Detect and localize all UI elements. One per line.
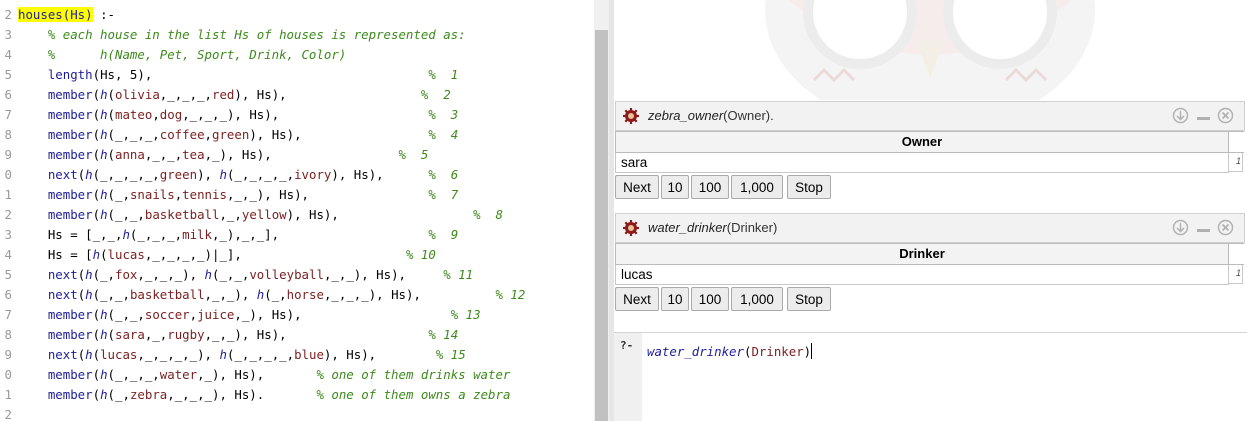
code-text: Hs = [h(lucas,_,_,_,_)|_], % 10 (18, 247, 436, 262)
code-text: next(h(_,fox,_,_,_), h(_,_,volleyball,_,… (47, 267, 474, 282)
query-title: water_drinker(Drinker) (648, 220, 778, 235)
line-number: 8 (4, 127, 12, 142)
line-number: 5 (4, 267, 12, 282)
line-number: 0 (4, 367, 12, 382)
code-text: % h(Name, Pet, Sport, Drink, Color) (47, 47, 347, 62)
next-button[interactable]: Next (615, 175, 659, 199)
next-button[interactable]: Next (615, 287, 659, 311)
line-number: 4 (4, 247, 12, 262)
answer-column-header: Owner (615, 131, 1229, 153)
answer-row-index: 1 (1229, 153, 1243, 172)
line-number: 0 (4, 167, 12, 182)
query-gutter: ?- (614, 333, 642, 421)
line-number: 2 (4, 7, 12, 22)
code-text: member(h(_,snails,tennis,_,_), Hs), % 7 (47, 187, 459, 202)
answer-column-filler (1229, 243, 1244, 265)
query-header: water_drinker(Drinker) (615, 213, 1245, 243)
code-text: member(h(_,zebra,_,_,_), Hs). % one of t… (47, 387, 511, 402)
query-functor: water_drinker (647, 344, 744, 359)
answer-column-header: Drinker (615, 243, 1229, 265)
query-input[interactable]: water_drinker(Drinker) (647, 343, 813, 359)
answer-row: lucas (615, 265, 1229, 285)
code-text: member(h(olivia,_,_,_,red), Hs), % 2 (47, 87, 451, 102)
line-number: 3 (4, 27, 12, 42)
next-100-button[interactable]: 100 (691, 175, 729, 199)
close-icon[interactable] (1217, 219, 1234, 236)
minimize-icon[interactable] (1195, 107, 1212, 124)
minimize-icon[interactable] (1195, 219, 1212, 236)
text-cursor (811, 343, 813, 359)
query-prompt: ?- (620, 339, 634, 352)
line-number: 6 (4, 87, 12, 102)
query-title: zebra_owner(Owner). (648, 108, 774, 123)
code-editor[interactable]: 2 houses(Hs) :- 3 % each house in the list… (0, 0, 594, 421)
next-100-button[interactable]: 100 (691, 287, 729, 311)
line-number: 5 (4, 67, 12, 82)
next-1000-button[interactable]: 1,000 (731, 287, 783, 311)
answer-row-index: 1 (1229, 265, 1243, 284)
next-10-button[interactable]: 10 (661, 175, 689, 199)
code-text: % each house in the list Hs of houses is… (47, 27, 466, 42)
code-text: member(h(mateo,dog,_,_,_), Hs), % 3 (47, 107, 459, 122)
code-text: member(h(anna,_,_,tea,_), Hs), % 5 (47, 147, 429, 162)
line-number: 4 (4, 47, 12, 62)
line-number: 2 (4, 407, 12, 421)
query-editor[interactable]: ?- water_drinker(Drinker) (614, 332, 1247, 421)
line-number: 1 (4, 387, 12, 402)
right-pane: zebra_owner(Owner). Owner sara 1 Next 10… (614, 0, 1247, 421)
download-icon[interactable] (1172, 107, 1189, 124)
code-text: member(h(_,_,soccer,juice,_), Hs), % 13 (47, 307, 481, 322)
code-text: member(h(_,_,basketball,_,yellow), Hs), … (47, 207, 503, 222)
query-panel-water-drinker: water_drinker(Drinker) Drinker lucas 1 N… (615, 213, 1245, 323)
code-text: next(h(lucas,_,_,_,_), h(_,_,_,_,blue), … (47, 347, 466, 362)
query-argument: Drinker (751, 344, 804, 359)
next-10-button[interactable]: 10 (661, 287, 689, 311)
owl-logo-background (765, 0, 1095, 100)
line-number: 7 (4, 107, 12, 122)
next-1000-button[interactable]: 1,000 (731, 175, 783, 199)
line-number: 9 (4, 347, 12, 362)
download-icon[interactable] (1172, 219, 1189, 236)
code-text: next(h(_,_,basketball,_,_), h(_,horse,_,… (47, 287, 526, 302)
line-number: 6 (4, 287, 12, 302)
line-number: 7 (4, 307, 12, 322)
editor-scrollbar[interactable] (594, 0, 609, 421)
query-paren-close: ) (803, 344, 812, 359)
line-number: 3 (4, 227, 12, 242)
query-panel-zebra-owner: zebra_owner(Owner). Owner sara 1 Next 10… (615, 101, 1245, 211)
code-text: Hs = [_,_,h(_,_,_,milk,_),_,_], % 9 (18, 227, 459, 242)
code-text: houses(Hs) :- (18, 7, 115, 22)
gear-icon (623, 220, 639, 236)
gear-icon (623, 108, 639, 124)
line-number: 9 (4, 147, 12, 162)
answer-column-filler (1229, 131, 1244, 153)
query-header: zebra_owner(Owner). (615, 101, 1245, 131)
close-icon[interactable] (1217, 107, 1234, 124)
stop-button[interactable]: Stop (787, 287, 831, 311)
stop-button[interactable]: Stop (787, 175, 831, 199)
editor-scroll-thumb[interactable] (595, 30, 608, 421)
line-number: 2 (4, 207, 12, 222)
code-text: next(h(_,_,_,_,green), h(_,_,_,_,ivory),… (47, 167, 459, 182)
code-text: member(h(sara,_,rugby,_,_), Hs), % 14 (47, 327, 459, 342)
code-text: length(Hs, 5), % 1 (47, 67, 459, 82)
line-number: 1 (4, 187, 12, 202)
line-number: 8 (4, 327, 12, 342)
answer-row: sara (615, 153, 1229, 173)
code-text: member(h(_,_,_,water,_), Hs), % one of t… (47, 367, 511, 382)
code-text: member(h(_,_,_,coffee,green), Hs), % 4 (47, 127, 459, 142)
